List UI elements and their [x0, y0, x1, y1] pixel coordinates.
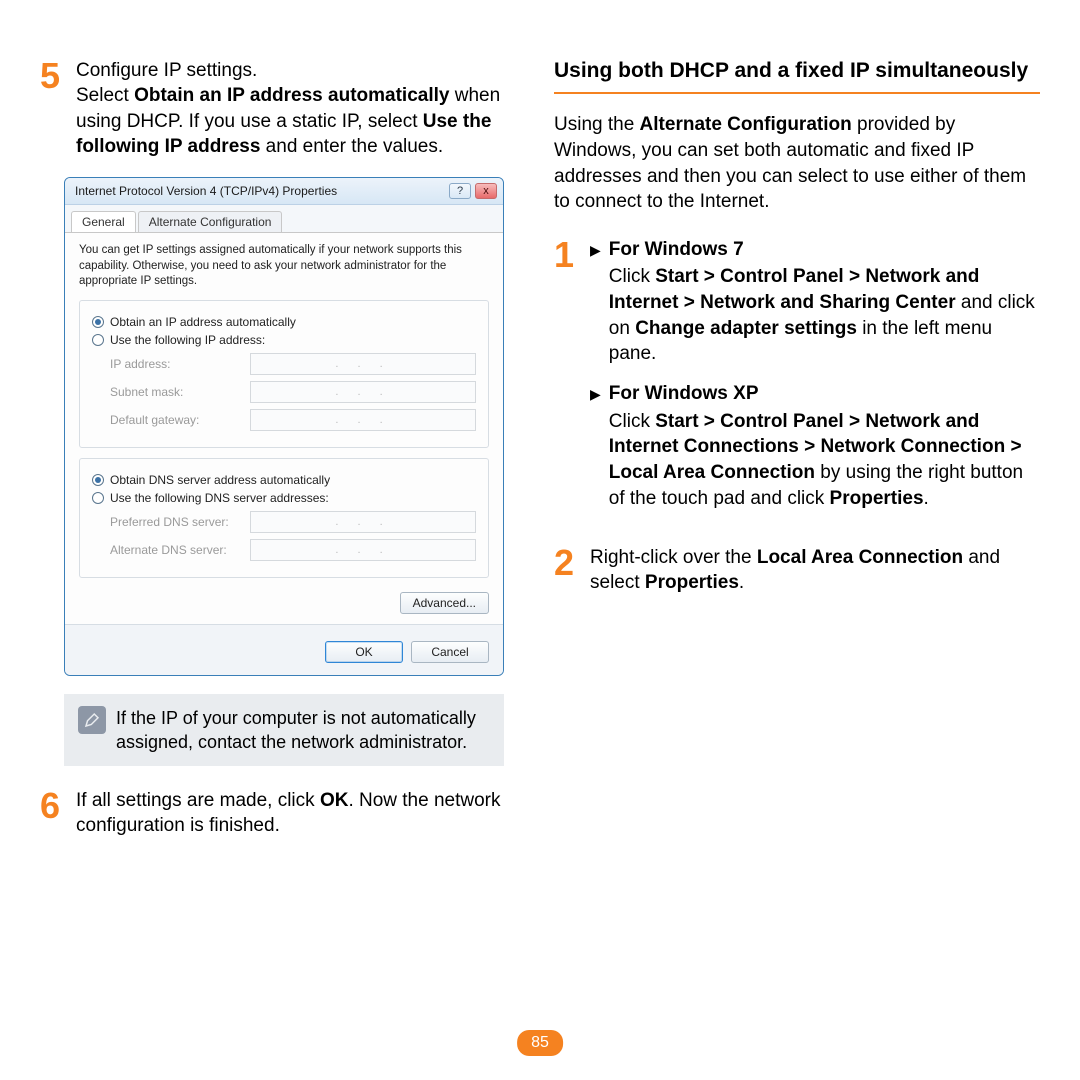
ipv4-properties-dialog: Internet Protocol Version 4 (TCP/IPv4) P…	[64, 177, 504, 676]
step-6: 6 If all settings are made, click OK. No…	[40, 788, 526, 839]
field-label: IP address:	[92, 357, 242, 371]
field-label: Preferred DNS server:	[92, 515, 242, 529]
sub-xp: ▶ For Windows XP Click Start > Control P…	[590, 381, 1040, 511]
triangle-icon: ▶	[590, 237, 601, 367]
field-label: Alternate DNS server:	[92, 543, 242, 557]
tab-strip: General Alternate Configuration	[65, 205, 503, 233]
dialog-intro: You can get IP settings assigned automat…	[79, 243, 489, 290]
step-5: 5 Configure IP settings. Select Obtain a…	[40, 58, 526, 159]
ip-input[interactable]: . . .	[250, 511, 476, 533]
ip-input[interactable]: . . .	[250, 539, 476, 561]
radio-icon	[92, 316, 104, 328]
field-adns: Alternate DNS server: . . .	[92, 539, 476, 561]
tab-alternate[interactable]: Alternate Configuration	[138, 211, 283, 232]
bold-text: Properties	[830, 488, 924, 509]
step-number: 2	[554, 545, 580, 596]
text: Right-click over the	[590, 547, 757, 568]
note-text: If the IP of your computer is not automa…	[116, 706, 490, 755]
advanced-button[interactable]: Advanced...	[400, 592, 489, 614]
note-icon	[78, 706, 106, 734]
field-gateway: Default gateway: . . .	[92, 409, 476, 431]
step-number: 1	[554, 237, 580, 525]
step-body: Right-click over the Local Area Connecti…	[590, 545, 1040, 596]
help-button[interactable]: ?	[449, 183, 471, 199]
radio-label: Obtain an IP address automatically	[110, 315, 296, 329]
ok-button[interactable]: OK	[325, 641, 403, 663]
radio-icon	[92, 334, 104, 346]
radio-icon	[92, 474, 104, 486]
field-mask: Subnet mask: . . .	[92, 381, 476, 403]
radio-label: Use the following IP address:	[110, 333, 265, 347]
tab-general[interactable]: General	[71, 211, 136, 232]
step-body: ▶ For Windows 7 Click Start > Control Pa…	[590, 237, 1040, 525]
bold-text: Properties	[645, 572, 739, 593]
dialog-footer: OK Cancel	[65, 624, 503, 675]
bold-text: Alternate Configuration	[640, 114, 852, 135]
step5-intro: Configure IP settings.	[76, 60, 257, 81]
text: .	[739, 572, 744, 593]
field-label: Subnet mask:	[92, 385, 242, 399]
sub-title: For Windows 7	[609, 237, 1040, 263]
step-number: 5	[40, 58, 66, 159]
text: and enter the values.	[260, 136, 443, 157]
field-pdns: Preferred DNS server: . . .	[92, 511, 476, 533]
text: Click	[609, 266, 655, 287]
text: Select	[76, 85, 134, 106]
step-2: 2 Right-click over the Local Area Connec…	[554, 545, 1040, 596]
radio-label: Use the following DNS server addresses:	[110, 491, 329, 505]
radio-obtain-ip[interactable]: Obtain an IP address automatically	[92, 315, 476, 329]
dns-group: Obtain DNS server address automatically …	[79, 458, 489, 578]
step-1: 1 ▶ For Windows 7 Click Start > Control …	[554, 237, 1040, 525]
radio-static-ip[interactable]: Use the following IP address:	[92, 333, 476, 347]
bold-text: Change adapter settings	[635, 318, 857, 339]
text: Using the	[554, 114, 640, 135]
text: .	[924, 488, 929, 509]
advanced-row: Advanced...	[79, 588, 489, 614]
note-box: If the IP of your computer is not automa…	[64, 694, 504, 767]
dialog-body: You can get IP settings assigned automat…	[65, 233, 503, 624]
section-heading: Using both DHCP and a fixed IP simultane…	[554, 58, 1040, 94]
text: Click	[609, 411, 655, 432]
bold-text: Start > Control Panel > Network and Inte…	[609, 266, 980, 313]
field-label: Default gateway:	[92, 413, 242, 427]
bold-text: Obtain an IP address automatically	[134, 85, 449, 106]
step-body: Configure IP settings. Select Obtain an …	[76, 58, 526, 159]
left-column: 5 Configure IP settings. Select Obtain a…	[40, 58, 526, 857]
radio-static-dns[interactable]: Use the following DNS server addresses:	[92, 491, 476, 505]
cancel-button[interactable]: Cancel	[411, 641, 489, 663]
radio-label: Obtain DNS server address automatically	[110, 473, 330, 487]
ip-input[interactable]: . . .	[250, 409, 476, 431]
ip-input[interactable]: . . .	[250, 353, 476, 375]
ip-input[interactable]: . . .	[250, 381, 476, 403]
step-number: 6	[40, 788, 66, 839]
footer-buttons: OK Cancel	[79, 635, 489, 665]
page-number: 85	[517, 1030, 563, 1056]
bold-text: OK	[320, 790, 349, 811]
sub-win7: ▶ For Windows 7 Click Start > Control Pa…	[590, 237, 1040, 367]
right-column: Using both DHCP and a fixed IP simultane…	[554, 58, 1040, 857]
dialog-titlebar: Internet Protocol Version 4 (TCP/IPv4) P…	[65, 178, 503, 205]
triangle-icon: ▶	[590, 381, 601, 511]
bold-text: Local Area Connection	[757, 547, 963, 568]
intro-paragraph: Using the Alternate Configuration provid…	[554, 112, 1040, 215]
ip-group: Obtain an IP address automatically Use t…	[79, 300, 489, 448]
text: If all settings are made, click	[76, 790, 320, 811]
radio-icon	[92, 492, 104, 504]
sub-title: For Windows XP	[609, 381, 1040, 407]
dialog-title: Internet Protocol Version 4 (TCP/IPv4) P…	[75, 184, 445, 198]
close-button[interactable]: x	[475, 183, 497, 199]
field-ip: IP address: . . .	[92, 353, 476, 375]
step-body: If all settings are made, click OK. Now …	[76, 788, 526, 839]
radio-obtain-dns[interactable]: Obtain DNS server address automatically	[92, 473, 476, 487]
